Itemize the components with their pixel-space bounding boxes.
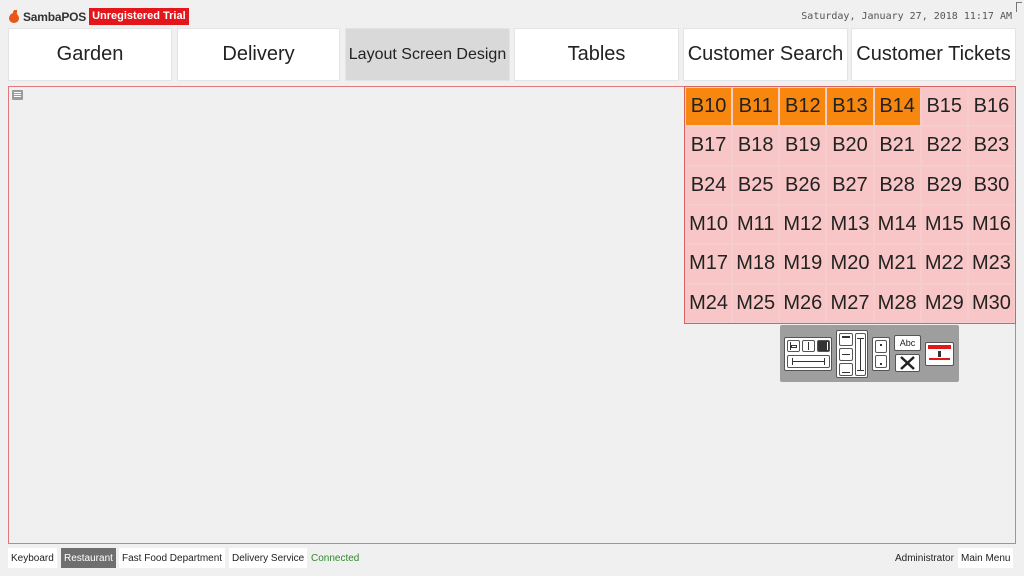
table-button[interactable]: M28 xyxy=(874,284,920,322)
table-button[interactable]: M17 xyxy=(686,245,732,283)
main-menu-button[interactable]: Main Menu xyxy=(958,548,1014,568)
table-button[interactable]: B21 xyxy=(874,127,920,165)
window-corner-icon xyxy=(1016,2,1022,12)
table-button[interactable]: B17 xyxy=(686,127,732,165)
table-button[interactable]: M10 xyxy=(686,205,732,244)
table-button[interactable]: M26 xyxy=(780,284,826,322)
stretch-vertical-icon[interactable] xyxy=(855,333,866,376)
menu-icon[interactable] xyxy=(12,90,23,100)
table-button[interactable]: M11 xyxy=(733,205,779,244)
tab-tables[interactable]: Tables xyxy=(514,28,679,81)
restaurant-button[interactable]: Restaurant xyxy=(61,548,116,568)
horizontal-align-group xyxy=(784,337,832,371)
table-button[interactable]: B28 xyxy=(874,166,920,204)
vertical-align-group xyxy=(836,330,868,378)
table-button[interactable]: B24 xyxy=(686,166,732,204)
tab-garden[interactable]: Garden xyxy=(8,28,172,81)
table-button[interactable]: B20 xyxy=(827,127,873,165)
order-group xyxy=(872,337,890,371)
table-button[interactable]: B15 xyxy=(921,88,967,126)
table-button[interactable]: B25 xyxy=(733,166,779,204)
table-button[interactable]: M25 xyxy=(733,284,779,322)
keyboard-button[interactable]: Keyboard xyxy=(8,548,57,568)
save-layout-icon[interactable] xyxy=(925,342,954,366)
table-button[interactable]: M29 xyxy=(921,284,967,322)
table-grid: B10 B11 B12 B13 B14 B15 B16 B17 B18 B19 B20 B21 B22 B… xyxy=(684,86,1016,324)
table-button[interactable]: B19 xyxy=(780,127,826,165)
nav-tabs: Garden Delivery Layout Screen Design Tab… xyxy=(8,28,1016,81)
table-button[interactable]: B29 xyxy=(921,166,967,204)
align-bottom-icon[interactable] xyxy=(839,363,853,376)
table-button[interactable]: M14 xyxy=(874,205,920,244)
delivery-service-button[interactable]: Delivery Service xyxy=(229,548,308,568)
connection-status: Connected xyxy=(311,552,360,564)
table-button[interactable]: B23 xyxy=(968,127,1014,165)
app-logo: SambaPOS Unregistered Trial xyxy=(8,8,189,25)
tab-layout-screen-design[interactable]: Layout Screen Design xyxy=(345,28,510,81)
table-button[interactable]: B30 xyxy=(968,166,1014,204)
table-button[interactable]: B26 xyxy=(780,166,826,204)
table-button[interactable]: B12 xyxy=(780,88,826,126)
delete-icon[interactable] xyxy=(895,354,920,372)
table-button[interactable]: M27 xyxy=(827,284,873,322)
tab-customer-tickets[interactable]: Customer Tickets xyxy=(851,28,1016,81)
align-top-icon[interactable] xyxy=(839,333,853,346)
table-button[interactable]: M18 xyxy=(733,245,779,283)
table-button[interactable]: M15 xyxy=(921,205,967,244)
datetime: Saturday, January 27, 2018 11:17 AM xyxy=(801,11,1012,22)
send-backward-icon[interactable] xyxy=(875,355,887,368)
table-button[interactable]: M16 xyxy=(968,205,1014,244)
align-left-icon[interactable] xyxy=(787,340,800,352)
trial-badge: Unregistered Trial xyxy=(89,8,189,25)
table-button[interactable]: B13 xyxy=(827,88,873,126)
tab-customer-search[interactable]: Customer Search xyxy=(683,28,848,81)
user-name: Administrator xyxy=(895,552,954,564)
tab-delivery[interactable]: Delivery xyxy=(177,28,340,81)
table-button[interactable]: M12 xyxy=(780,205,826,244)
table-button[interactable]: M13 xyxy=(827,205,873,244)
fast-food-department-button[interactable]: Fast Food Department xyxy=(119,548,226,568)
title-bar: SambaPOS Unregistered Trial Saturday, Ja… xyxy=(0,0,1024,28)
stretch-horizontal-icon[interactable] xyxy=(787,355,830,368)
table-button[interactable]: B14 xyxy=(874,88,920,126)
align-center-icon[interactable] xyxy=(802,340,815,352)
table-button[interactable]: B18 xyxy=(733,127,779,165)
table-button[interactable]: M22 xyxy=(921,245,967,283)
table-button[interactable]: M30 xyxy=(968,284,1014,322)
table-button[interactable]: M20 xyxy=(827,245,873,283)
align-right-icon[interactable] xyxy=(817,340,830,352)
table-button[interactable]: M19 xyxy=(780,245,826,283)
table-button[interactable]: M24 xyxy=(686,284,732,322)
table-button[interactable]: M21 xyxy=(874,245,920,283)
table-button[interactable]: B27 xyxy=(827,166,873,204)
text-button[interactable]: Abc xyxy=(894,335,921,351)
table-button[interactable]: B22 xyxy=(921,127,967,165)
table-button[interactable]: B10 xyxy=(686,88,732,126)
bring-forward-icon[interactable] xyxy=(875,340,887,353)
table-button[interactable]: B16 xyxy=(968,88,1014,126)
align-middle-icon[interactable] xyxy=(839,348,853,361)
table-button[interactable]: M23 xyxy=(968,245,1014,283)
flame-logo-icon xyxy=(8,9,20,24)
design-toolbox: Abc xyxy=(780,325,959,382)
table-button[interactable]: B11 xyxy=(733,88,779,126)
status-bar: Keyboard Restaurant Fast Food Department… xyxy=(0,548,1024,570)
brand-name: SambaPOS xyxy=(23,9,87,24)
